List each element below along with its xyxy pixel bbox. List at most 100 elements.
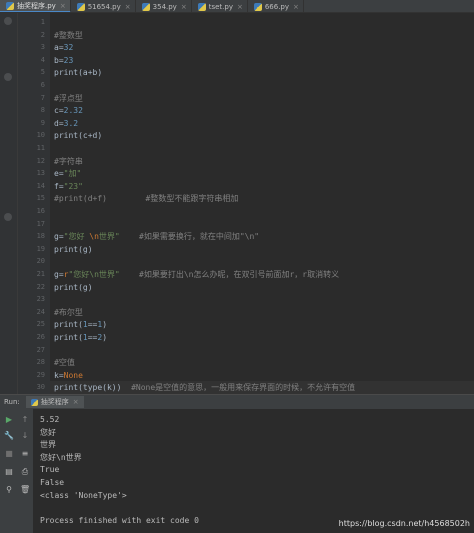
code-line[interactable]: print(g)	[50, 243, 474, 256]
code-line[interactable]: print(1==2)	[50, 331, 474, 344]
code-token: ==	[87, 320, 98, 330]
python-file-icon	[6, 1, 14, 10]
close-icon[interactable]: ×	[181, 3, 187, 11]
code-token: #浮点型	[54, 93, 83, 103]
code-line[interactable]: b=23	[50, 54, 474, 67]
code-token: "您好\n世界"	[68, 270, 120, 279]
code-token: #空值	[54, 358, 75, 368]
code-line[interactable]: k=None	[50, 369, 474, 382]
print-icon[interactable]: ⎙	[20, 467, 30, 477]
trash-icon[interactable]: 🗑	[20, 485, 30, 495]
code-line[interactable]: f="23"	[50, 180, 474, 193]
code-line[interactable]: c=2.32	[50, 104, 474, 117]
line-number: 14	[36, 181, 45, 190]
line-number: 1	[40, 18, 45, 26]
code-line[interactable]: #空值	[50, 356, 474, 369]
code-token: print(g)	[54, 282, 93, 292]
code-line[interactable]: print(1==1)	[50, 318, 474, 331]
code-token: )	[102, 320, 108, 330]
tab-3[interactable]: tset.py ×	[192, 0, 248, 12]
favorites-icon[interactable]	[4, 213, 12, 221]
run-tab[interactable]: 抽奖程序 ×	[25, 396, 84, 408]
line-number: 18	[36, 232, 45, 241]
line-number: 19	[36, 244, 45, 253]
line-number: 13	[36, 169, 45, 178]
code-line[interactable]: print(c+d)	[50, 129, 474, 142]
code-token: b=	[54, 55, 64, 65]
code-line[interactable]: #print(d+f) #整数型不能跟字符串相加	[50, 192, 474, 205]
run-icon[interactable]: ▶	[4, 415, 14, 425]
code-token: 3.2	[63, 118, 79, 128]
code-line[interactable]: g=r"您好\n世界" #如果要打出\n怎么办呢，在双引号前面加r，r取消转义	[50, 268, 474, 281]
project-icon[interactable]	[4, 17, 12, 25]
code-editor[interactable]: 1 2 3 4 5 6 7 8 9 10 11 12 13 14 15 16 17 18 19 20 21 22 23 24 2…	[0, 13, 474, 394]
code-line[interactable]: a=32	[50, 41, 474, 54]
code-area[interactable]: #整数型 a=32 b=23 print(a+b) #浮点型 c=2.32 d=3.2 pri…	[50, 13, 474, 394]
close-icon[interactable]: ×	[293, 3, 299, 11]
line-number-gutter: 1 2 3 4 5 6 7 8 9 10 11 12 13 14 15 16 17 18 19 20 21 22 23 24 2…	[18, 13, 50, 394]
tab-label: 51654.py	[87, 2, 121, 11]
tab-1[interactable]: 51654.py ×	[71, 0, 136, 12]
line-number: 27	[36, 345, 45, 354]
code-line[interactable]	[50, 218, 474, 231]
code-token: "加"	[63, 169, 82, 179]
code-token: g=	[54, 232, 64, 242]
code-line[interactable]	[50, 79, 474, 92]
code-token: print(	[54, 333, 83, 342]
python-file-icon	[30, 398, 38, 406]
close-icon[interactable]: ×	[237, 3, 243, 11]
code-token: print(type(k))	[54, 383, 132, 393]
soft-wrap-icon[interactable]: ≡	[20, 449, 30, 459]
up-arrow-icon[interactable]: ↑	[20, 415, 30, 425]
run-console[interactable]: https://blog.csdn.net/h4568502h 5.52 您好 世界…	[33, 409, 474, 533]
tab-4[interactable]: 666.py ×	[248, 0, 304, 12]
code-line[interactable]	[50, 16, 474, 29]
down-arrow-icon[interactable]: ↓	[20, 431, 30, 441]
code-line[interactable]: #布尔型	[50, 306, 474, 319]
pin-icon[interactable]: ⚲	[4, 485, 14, 495]
close-icon[interactable]: ×	[125, 3, 131, 11]
close-icon[interactable]: ×	[73, 398, 79, 406]
code-line[interactable]: d=3.2	[50, 117, 474, 130]
code-line[interactable]: #整数型	[50, 29, 474, 42]
code-line[interactable]: print(type(k)) #None是空值的意思，一般用来保存界面的时候，不…	[50, 381, 474, 394]
code-token: 23	[63, 55, 74, 65]
line-number: 11	[36, 144, 45, 152]
line-number: 29	[36, 370, 45, 379]
code-line[interactable]: print(a+b)	[50, 66, 474, 79]
tab-2[interactable]: 354.py ×	[136, 0, 192, 12]
close-icon[interactable]: ×	[60, 2, 66, 10]
python-file-icon	[141, 2, 150, 11]
code-token: \n	[89, 232, 99, 242]
code-line[interactable]: print(g)	[50, 281, 474, 294]
line-number: 7	[40, 93, 45, 102]
console-output-line: False	[40, 478, 65, 487]
wrench-icon[interactable]: 🔧	[4, 431, 14, 441]
code-token: #如果要打出\n怎么办呢，在双引号前面加r，r取消转义	[119, 270, 340, 279]
code-line[interactable]: #浮点型	[50, 92, 474, 105]
code-line[interactable]: g="您好 \n世界" #如果需要换行，就在中间加"\n"	[50, 230, 474, 243]
tab-0[interactable]: 抽奖程序.py ×	[0, 0, 71, 12]
code-token: print(a+b)	[54, 68, 103, 78]
stop-icon[interactable]: ■	[4, 449, 14, 459]
code-line[interactable]	[50, 255, 474, 268]
console-output-line: <class 'NoneType'>	[40, 490, 127, 500]
code-line[interactable]: e="加"	[50, 167, 474, 180]
tab-label: 354.py	[152, 2, 177, 11]
left-tool-strip	[0, 13, 18, 394]
code-line[interactable]	[50, 344, 474, 357]
code-line[interactable]	[50, 142, 474, 155]
structure-icon[interactable]	[4, 73, 12, 81]
console-output-line: 您好	[40, 427, 56, 437]
code-token: None	[63, 370, 83, 380]
code-line[interactable]	[50, 293, 474, 306]
layout-icon[interactable]: ▤	[4, 467, 14, 477]
code-token: d=	[54, 118, 64, 128]
line-number: 20	[36, 257, 45, 266]
code-token: g=	[54, 270, 64, 279]
code-line[interactable]: #字符串	[50, 155, 474, 168]
console-output-line: Process finished with exit code 0	[40, 515, 199, 525]
code-token: #布尔型	[54, 307, 83, 317]
code-token: print(	[54, 320, 83, 330]
code-line[interactable]	[50, 205, 474, 218]
